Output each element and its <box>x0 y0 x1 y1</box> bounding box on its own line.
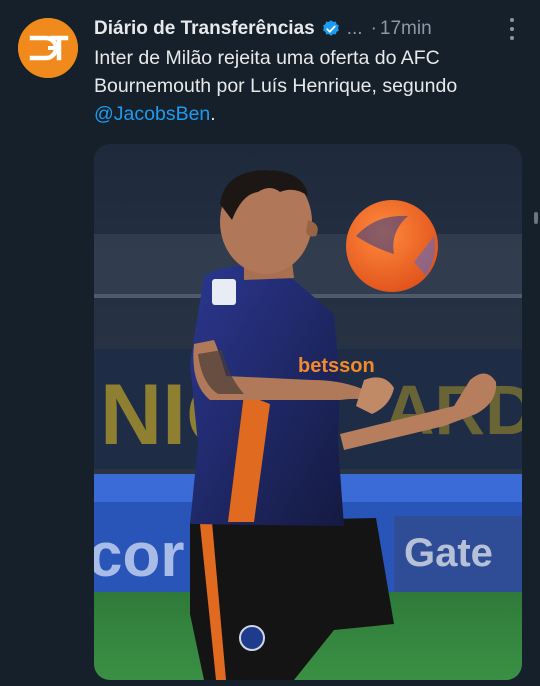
more-options-icon[interactable] <box>502 18 522 40</box>
handle[interactable]: ... <box>347 18 363 40</box>
avatar-logo-icon <box>18 18 78 78</box>
avatar[interactable] <box>18 18 78 78</box>
timestamp[interactable]: 17min <box>380 18 432 40</box>
tweet-text: Inter de Milão rejeita uma oferta do AFC… <box>94 44 526 128</box>
tweet-media-image[interactable]: NIO ARD cor Gate betsson <box>94 144 522 680</box>
scrollbar-thumb[interactable] <box>534 212 538 224</box>
verified-badge-icon <box>322 20 339 36</box>
tweet-card[interactable]: Diário de Transferências ... · 17min Int… <box>0 0 540 686</box>
tweet-header: Diário de Transferências ... · 17min <box>94 14 524 44</box>
shirt-sponsor: betsson <box>298 355 375 377</box>
tweet-body: Inter de Milão rejeita uma oferta do AFC… <box>94 47 458 97</box>
display-name[interactable]: Diário de Transferências <box>94 18 315 40</box>
board-text-left: cor <box>94 521 184 590</box>
board-text-right: Gate <box>404 531 493 575</box>
player-photo: NIO ARD cor Gate betsson <box>94 144 522 680</box>
mention-link[interactable]: @JacobsBen <box>94 103 210 125</box>
tweet-body-end: . <box>210 103 216 125</box>
separator-dot: · <box>370 18 377 39</box>
